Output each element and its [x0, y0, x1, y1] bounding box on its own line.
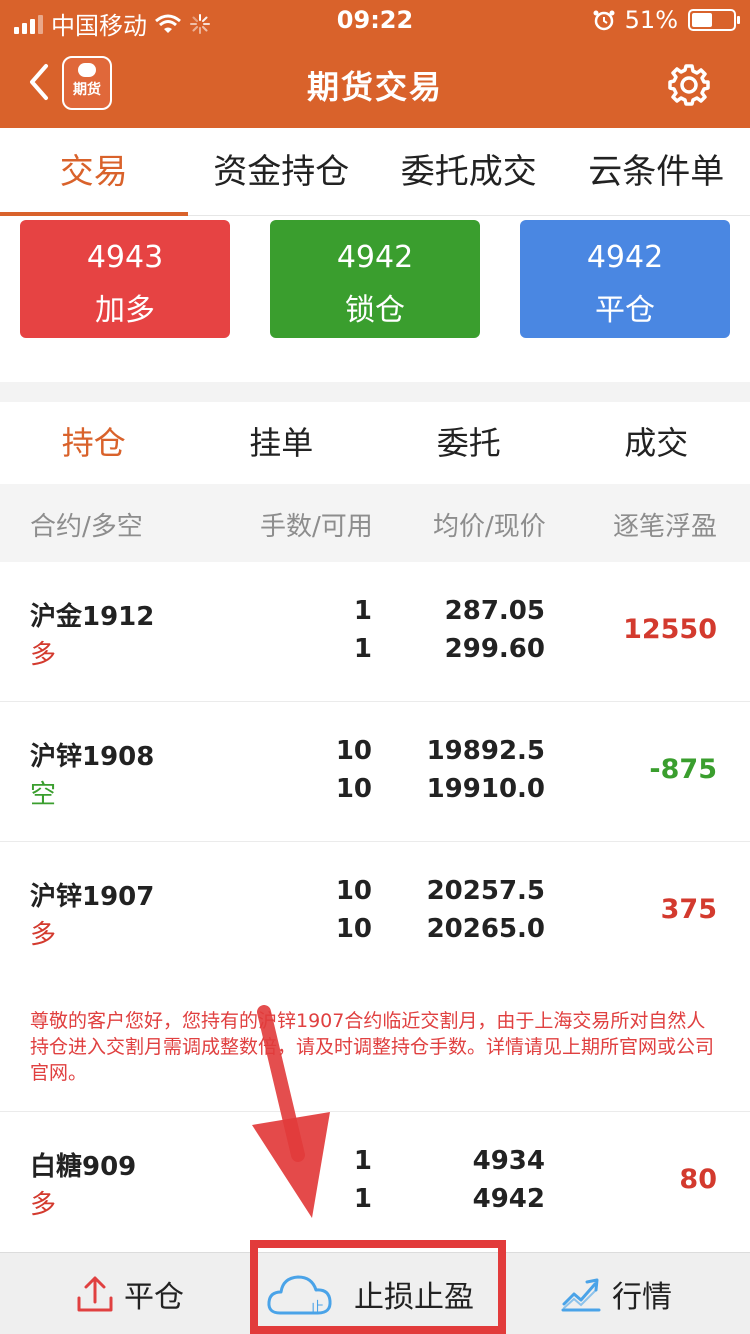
available-value: 1 [353, 1184, 372, 1214]
delivery-notice: 尊敬的客户您好，您持有的沪锌1907合约临近交割月，由于上海交易所对自然人持仓进… [0, 984, 750, 1112]
subtab-fills[interactable]: 成交 [563, 402, 750, 484]
market-tab[interactable]: 行情 [560, 1253, 672, 1334]
battery-percent: 51% [624, 6, 678, 34]
current-price: 4942 [472, 1184, 545, 1214]
contract-name: 沪锌1907 [30, 882, 155, 912]
main-tabs: 交易 资金持仓 委托成交 云条件单 [0, 128, 750, 216]
sub-tabs: 持仓 挂单 委托 成交 [0, 402, 750, 484]
direction-label: 多 [30, 920, 57, 950]
pnl-value: 80 [679, 1164, 717, 1195]
upload-icon [77, 1276, 113, 1312]
close-position-tab[interactable]: 平仓 [76, 1253, 184, 1334]
available-value: 1 [353, 634, 372, 664]
add-long-button[interactable]: 4943 加多 [20, 220, 230, 338]
battery-icon [688, 9, 740, 31]
pnl-value: 12550 [623, 614, 717, 645]
col-contract: 合约/多空 [30, 512, 143, 542]
direction-label: 多 [30, 1190, 57, 1220]
table-row[interactable]: 白糖909 多 1 1 4934 4942 80 [0, 1112, 750, 1252]
subtab-pending[interactable]: 挂单 [188, 402, 376, 484]
page-title: 期货交易 [306, 68, 443, 106]
status-bar: 中国移动 09:22 51% [0, 0, 750, 40]
table-row[interactable]: 沪锌1908 空 10 10 19892.5 19910.0 -875 [0, 702, 750, 842]
current-price: 299.60 [444, 634, 545, 664]
nav-bar: 期货 期货交易 [0, 40, 750, 128]
trend-chart-icon [561, 1278, 601, 1312]
subtab-orders[interactable]: 委托 [375, 402, 563, 484]
close-position-price: 4942 [586, 240, 664, 275]
tab-funds-positions[interactable]: 资金持仓 [188, 128, 376, 215]
market-tab-label: 行情 [612, 1280, 672, 1315]
contract-name: 沪锌1908 [30, 742, 155, 772]
avg-price: 19892.5 [426, 736, 545, 766]
lots-value: 1 [353, 596, 372, 626]
lock-position-label: 锁仓 [345, 293, 405, 328]
current-price: 20265.0 [426, 914, 545, 944]
table-row[interactable]: 沪锌1907 多 10 10 20257.5 20265.0 375 [0, 842, 750, 982]
table-row[interactable]: 沪金1912 多 1 1 287.05 299.60 12550 [0, 562, 750, 702]
contract-name: 沪金1912 [30, 602, 155, 632]
close-position-tab-label: 平仓 [124, 1280, 184, 1315]
section-divider [0, 382, 750, 402]
table-header: 合约/多空 手数/可用 均价/现价 逐笔浮盈 [0, 484, 750, 562]
lots-value: 10 [335, 736, 372, 766]
subtab-positions[interactable]: 持仓 [0, 402, 188, 484]
close-position-button[interactable]: 4942 平仓 [520, 220, 730, 338]
avg-price: 4934 [472, 1146, 545, 1176]
direction-label: 多 [30, 640, 57, 670]
tab-orders-fills[interactable]: 委托成交 [375, 128, 563, 215]
add-long-price: 4943 [86, 240, 164, 275]
lots-value: 1 [353, 1146, 372, 1176]
pnl-value: 375 [660, 894, 717, 925]
close-position-label: 平仓 [595, 293, 655, 328]
current-price: 19910.0 [426, 774, 545, 804]
direction-label: 空 [30, 780, 57, 810]
available-value: 10 [335, 774, 372, 804]
avg-price: 20257.5 [426, 876, 545, 906]
col-pnl: 逐笔浮盈 [613, 512, 718, 542]
notice-text: 尊敬的客户您好，您持有的沪锌1907合约临近交割月，由于上海交易所对自然人持仓进… [30, 1010, 715, 1084]
annotation-highlight-box [250, 1240, 506, 1334]
trade-actions: 4943 加多 4942 锁仓 4942 平仓 [0, 218, 750, 342]
lots-value: 10 [335, 876, 372, 906]
avg-price: 287.05 [444, 596, 545, 626]
status-right: 51% [593, 6, 740, 34]
col-lots: 手数/可用 [260, 512, 373, 542]
lock-position-button[interactable]: 4942 锁仓 [270, 220, 480, 338]
col-price: 均价/现价 [433, 512, 546, 542]
pnl-value: -875 [649, 754, 717, 785]
tab-trade[interactable]: 交易 [0, 128, 188, 216]
alarm-icon [593, 10, 615, 31]
tab-cloud-conditional[interactable]: 云条件单 [563, 128, 750, 215]
contract-name: 白糖909 [30, 1152, 137, 1182]
app-header: 中国移动 09:22 51% 期货 期货交易 [0, 0, 750, 128]
add-long-label: 加多 [95, 293, 155, 328]
lock-position-price: 4942 [336, 240, 414, 275]
available-value: 10 [335, 914, 372, 944]
gear-icon[interactable] [666, 62, 712, 108]
